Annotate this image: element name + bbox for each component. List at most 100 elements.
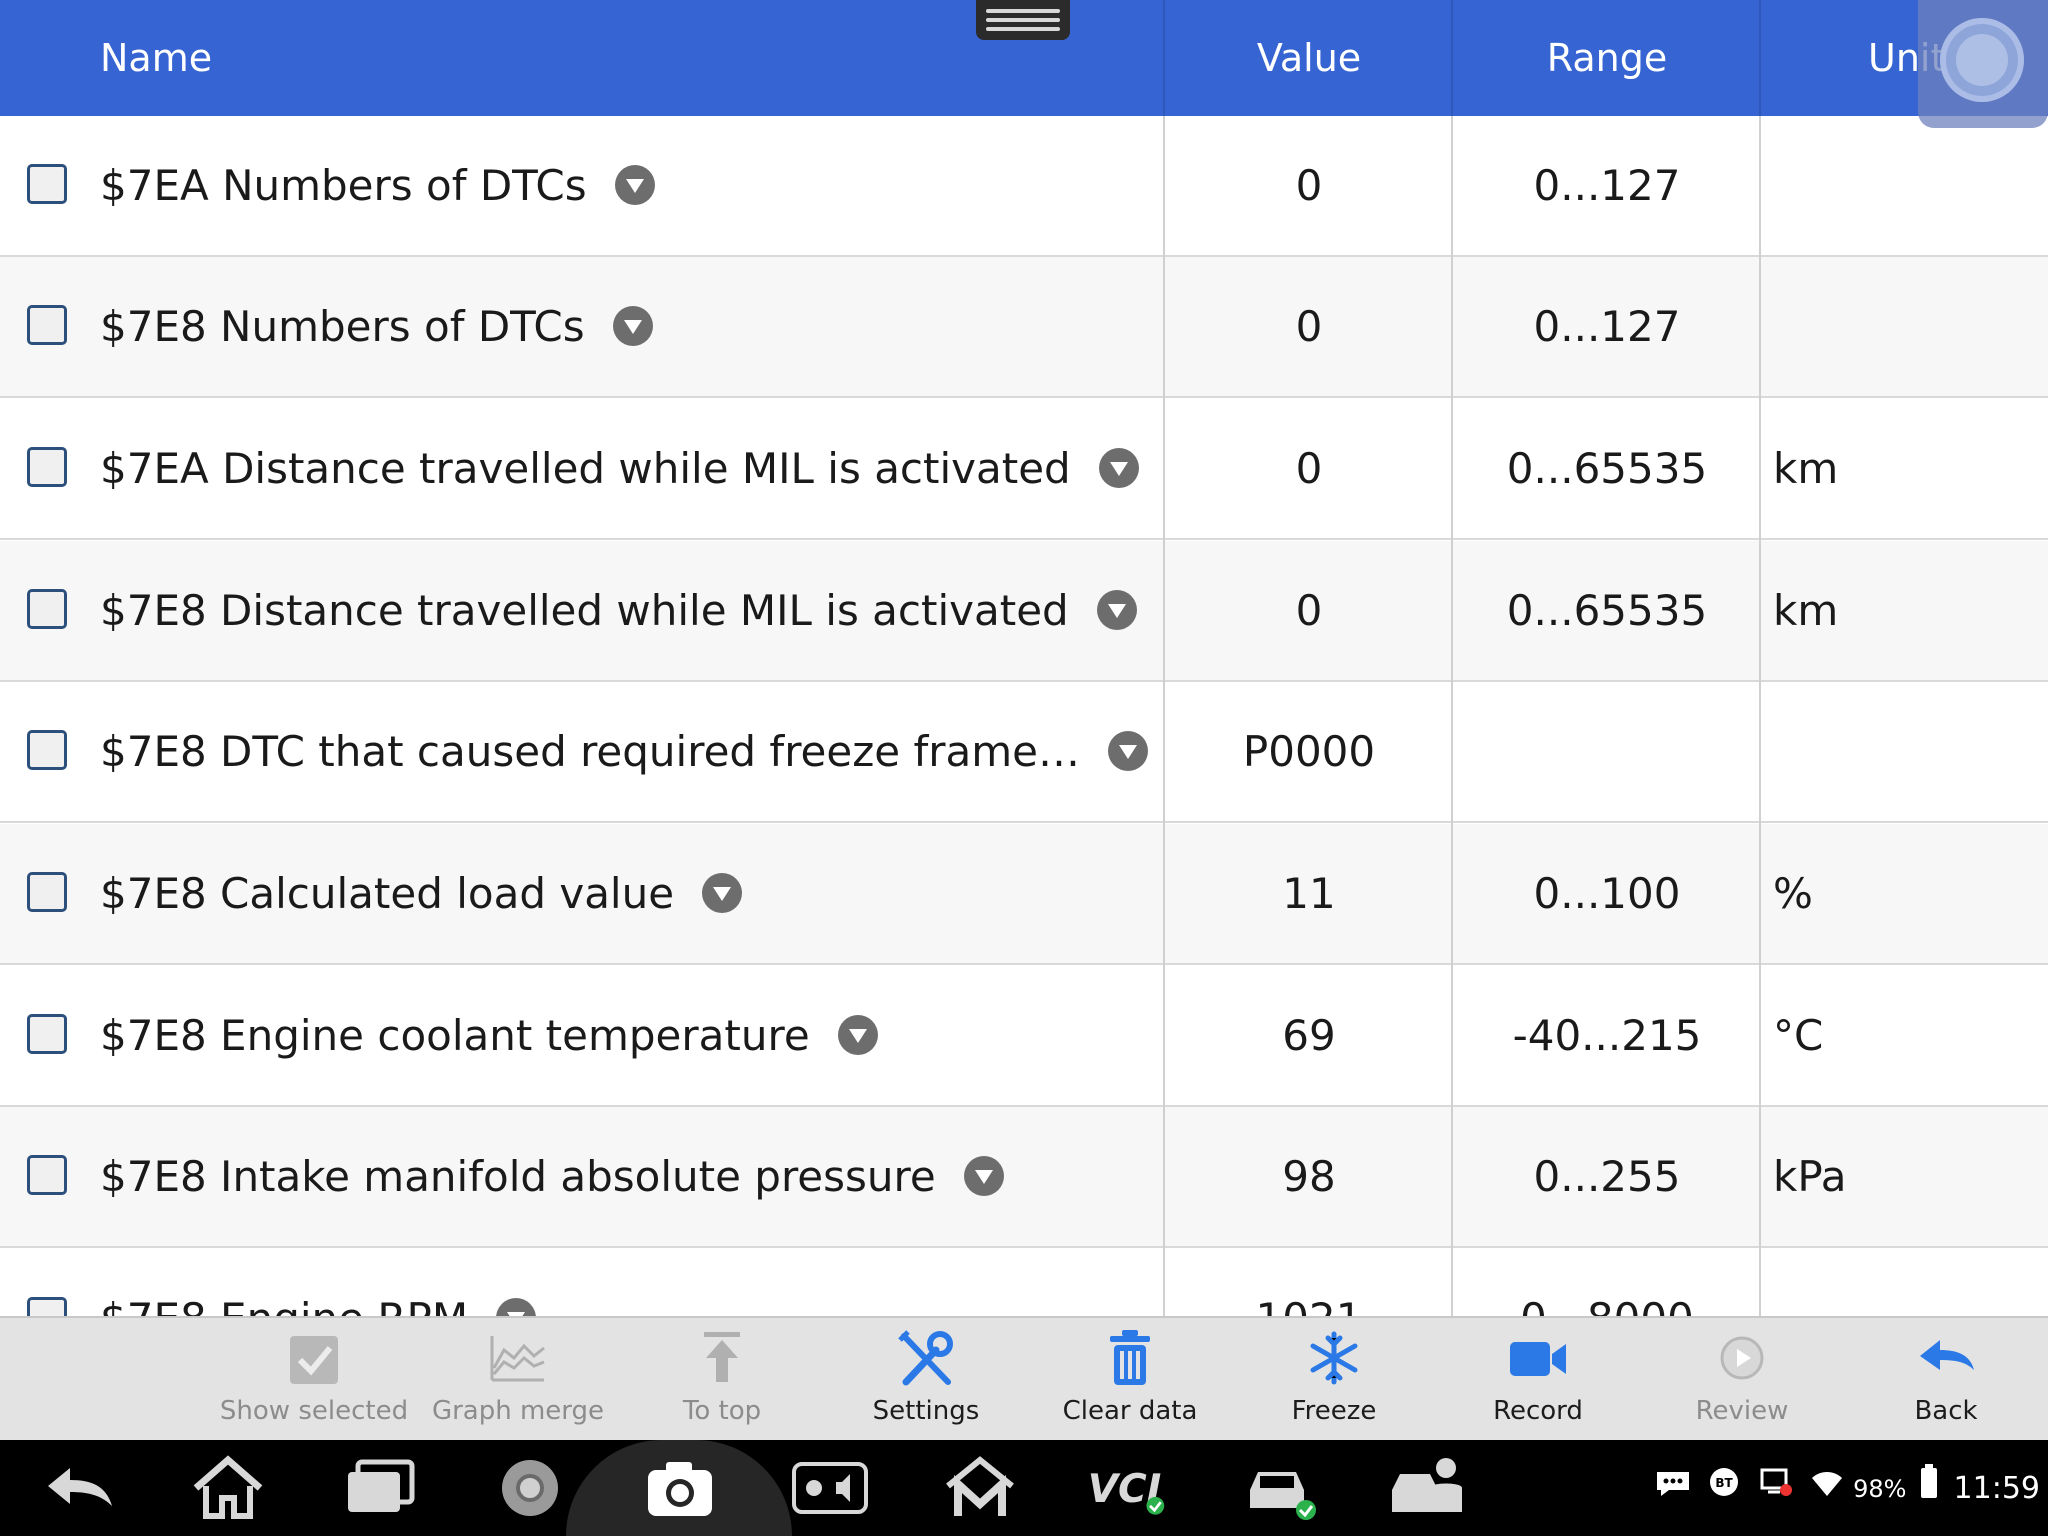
row-value: P0000 [1242,727,1376,776]
table-row[interactable]: $7EA Distance travelled while MIL is act… [0,399,2048,540]
chat-icon [1655,1441,1691,1537]
to-top-button[interactable]: To top [622,1318,822,1440]
chrome-icon[interactable] [490,1454,570,1522]
header-divider [1759,0,1761,116]
brightness-volume-icon[interactable] [790,1454,870,1522]
row-name-text: $7E8 Engine RPM [100,1294,468,1316]
vci-icon[interactable]: VCI [1086,1454,1166,1522]
row-name-text: $7EA Distance travelled while MIL is act… [100,444,1071,493]
settings-label: Settings [872,1396,980,1426]
column-divider [1451,116,1453,1316]
header-name[interactable]: Name [100,0,212,116]
table-row[interactable]: $7E8 Intake manifold absolute pressure 9… [0,1107,2048,1248]
graph-merge-label: Graph merge [431,1396,605,1426]
home-icon[interactable] [188,1454,268,1522]
trash-icon [1110,1330,1150,1385]
row-unit: °C [1773,1011,1824,1060]
battery-icon [1920,1441,1938,1537]
snowflake-icon [1310,1331,1358,1385]
row-range [1453,682,1761,821]
show-selected-button[interactable]: Show selected [214,1318,414,1440]
dropdown-arrow-icon[interactable] [612,305,653,346]
record-label: Record [1493,1396,1583,1426]
dropdown-arrow-icon[interactable] [496,1297,537,1316]
network-error-icon [1758,1441,1794,1537]
table-row[interactable]: $7E8 DTC that caused required freeze fra… [0,682,2048,823]
row-name-text: $7E8 Numbers of DTCs [100,302,585,351]
bottom-toolbar: Show selected Graph merge To top Setting… [0,1316,2048,1440]
row-unit: kPa [1773,1152,1847,1201]
row-name-text: $7E8 DTC that caused required freeze fra… [100,727,1081,776]
settings-button[interactable]: Settings [826,1318,1026,1440]
show-selected-label: Show selected [219,1396,409,1426]
video-camera-icon [1510,1342,1566,1376]
dropdown-arrow-icon[interactable] [963,1155,1004,1196]
row-name-text: $7E8 Distance travelled while MIL is act… [100,586,1069,635]
drag-handle[interactable] [976,0,1070,40]
record-button[interactable]: Record [1438,1318,1638,1440]
data-stream-table[interactable]: $7EA Numbers of DTCs 0 0...127 $7E8 Numb… [0,116,2048,1316]
camera-icon[interactable] [640,1454,720,1522]
table-row[interactable]: $7E8 Distance travelled while MIL is act… [0,541,2048,682]
table-row[interactable]: $7E8 Engine RPM 1021 0...8000 [0,1249,2048,1316]
dropdown-arrow-icon[interactable] [614,164,655,205]
row-value: 0 [1295,586,1323,635]
row-name-text: $7E8 Intake manifold absolute pressure [100,1152,936,1201]
row-checkbox[interactable] [27,730,67,770]
table-row[interactable]: $7E8 Calculated load value 11 0...100 % [0,824,2048,965]
row-checkbox[interactable] [27,447,67,487]
row-name: $7E8 DTC that caused required freeze fra… [100,682,1149,821]
row-name: $7EA Distance travelled while MIL is act… [100,399,1139,538]
car-service-icon[interactable] [1388,1454,1468,1522]
row-name: $7E8 Engine RPM [100,1249,537,1316]
back-arrow-icon [1920,1340,1974,1370]
dropdown-arrow-icon[interactable] [1096,589,1137,630]
system-nav-bar: VCI BT 98% 11:59 [0,1440,2048,1536]
row-value: 0 [1295,444,1323,493]
row-checkbox[interactable] [27,1297,67,1316]
row-checkbox[interactable] [27,872,67,912]
row-name: $7E8 Calculated load value [100,824,743,963]
row-range: 0...255 [1533,1152,1681,1201]
back-button[interactable]: Back [1846,1318,2046,1440]
graph-merge-button[interactable]: Graph merge [418,1318,618,1440]
dropdown-arrow-icon[interactable] [1098,447,1139,488]
row-range: 0...127 [1533,302,1681,351]
play-circle-icon [1720,1336,1764,1380]
maxisys-icon[interactable] [940,1454,1020,1522]
freeze-button[interactable]: Freeze [1234,1318,1434,1440]
header-value[interactable]: Value [1165,0,1453,116]
row-range: 0...65535 [1506,586,1708,635]
row-checkbox[interactable] [27,589,67,629]
header-range[interactable]: Range [1453,0,1761,116]
table-row[interactable]: $7E8 Numbers of DTCs 0 0...127 [0,257,2048,398]
row-checkbox[interactable] [27,164,67,204]
show-selected-icon [290,1336,338,1384]
dropdown-arrow-icon[interactable] [1108,730,1149,771]
to-top-icon [704,1332,740,1382]
row-checkbox[interactable] [27,305,67,345]
row-value: 0 [1295,161,1323,210]
clear-data-label: Clear data [1062,1396,1198,1426]
row-value: 0 [1295,302,1323,351]
review-button[interactable]: Review [1642,1318,1842,1440]
car-check-icon[interactable] [1240,1454,1320,1522]
clock: 11:59 [1953,1470,2040,1506]
status-bar: BT 98% 11:59 [1655,1440,2040,1536]
recent-apps-icon[interactable] [340,1454,420,1522]
table-row[interactable]: $7E8 Engine coolant temperature 69 -40..… [0,966,2048,1107]
clear-data-button[interactable]: Clear data [1030,1318,1230,1440]
back-icon[interactable] [40,1454,120,1522]
row-range: 0...8000 [1453,1249,1761,1316]
row-name-text: $7EA Numbers of DTCs [100,161,587,210]
row-name: $7E8 Engine coolant temperature [100,966,878,1105]
column-divider [1759,116,1761,1316]
bluetooth-icon: BT [1708,1441,1740,1537]
graph-merge-icon [490,1336,545,1382]
table-row[interactable]: $7EA Numbers of DTCs 0 0...127 [0,116,2048,257]
row-checkbox[interactable] [27,1155,67,1195]
dropdown-arrow-icon[interactable] [702,872,743,913]
row-checkbox[interactable] [27,1014,67,1054]
floating-assist-button[interactable] [1918,0,2048,128]
dropdown-arrow-icon[interactable] [837,1014,878,1055]
